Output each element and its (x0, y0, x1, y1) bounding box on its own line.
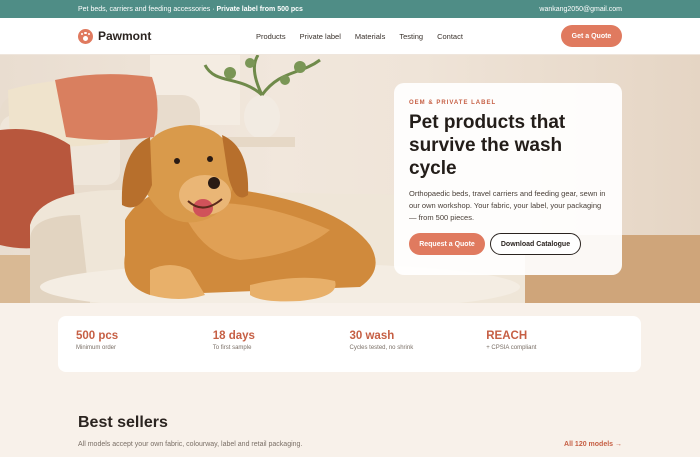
stat-value: REACH (486, 330, 528, 342)
stat-value: 30 wash (349, 330, 395, 342)
brand-name: Pawmont (98, 29, 152, 43)
paw-icon (78, 28, 93, 44)
nav-item-private-label[interactable]: Private label (300, 32, 341, 41)
announcement-message: Pet beds, carriers and feeding accessori… (78, 5, 303, 13)
nav-item-materials[interactable]: Materials (355, 32, 385, 41)
get-quote-button[interactable]: Get a Quote (561, 25, 622, 47)
hero-card: OEM & PRIVATE LABEL Pet products that su… (394, 83, 622, 275)
stat-value: 500 pcs (76, 330, 119, 342)
request-quote-button[interactable]: Request a Quote (409, 233, 485, 255)
contact-email[interactable]: wankang2050@gmail.com (539, 6, 622, 13)
stat-value: 18 days (212, 330, 255, 342)
best-sellers-section: Best sellers All models accept your own … (78, 414, 622, 448)
download-catalogue-button[interactable]: Download Catalogue (490, 233, 581, 255)
stats-strip: 500 pcs Minimum order 18 days To first s… (58, 316, 641, 372)
section-subheader: All models accept your own fabric, colou… (78, 441, 622, 448)
hero-eyebrow: OEM & PRIVATE LABEL (409, 100, 497, 106)
section-subtitle: All models accept your own fabric, colou… (78, 441, 303, 448)
hero-description: Orthopaedic beds, travel carriers and fe… (409, 189, 606, 222)
section-title: Best sellers (78, 414, 168, 431)
stat-item: 500 pcs Minimum order (76, 330, 213, 358)
stat-label: To first sample (212, 345, 252, 351)
hero-actions: Request a Quote Download Catalogue (409, 233, 607, 255)
stat-label: Minimum order (76, 345, 117, 351)
stat-item: 18 days To first sample (213, 330, 350, 358)
all-models-link[interactable]: All 120 models → (564, 441, 622, 448)
nav-item-products[interactable]: Products (256, 32, 286, 41)
nav-item-contact[interactable]: Contact (437, 32, 463, 41)
stat-item: 30 wash Cycles tested, no shrink (350, 330, 487, 358)
hero-section: OEM & PRIVATE LABEL Pet products that su… (0, 55, 700, 303)
stat-label: + CPSIA compliant (486, 345, 537, 351)
announcement-bar: Pet beds, carriers and feeding accessori… (0, 0, 700, 18)
hero-headline: Pet products that survive the wash cycle (409, 112, 566, 179)
stat-label: Cycles tested, no shrink (349, 345, 414, 351)
site-header: Pawmont Products Private label Materials… (0, 18, 700, 55)
brand-logo[interactable]: Pawmont (78, 28, 152, 44)
main-menu: Products Private label Materials Testing… (256, 32, 463, 41)
stat-item: REACH + CPSIA compliant (486, 330, 623, 358)
announcement-highlight: Private label from 500 pcs (216, 5, 303, 13)
nav-item-testing[interactable]: Testing (399, 32, 423, 41)
